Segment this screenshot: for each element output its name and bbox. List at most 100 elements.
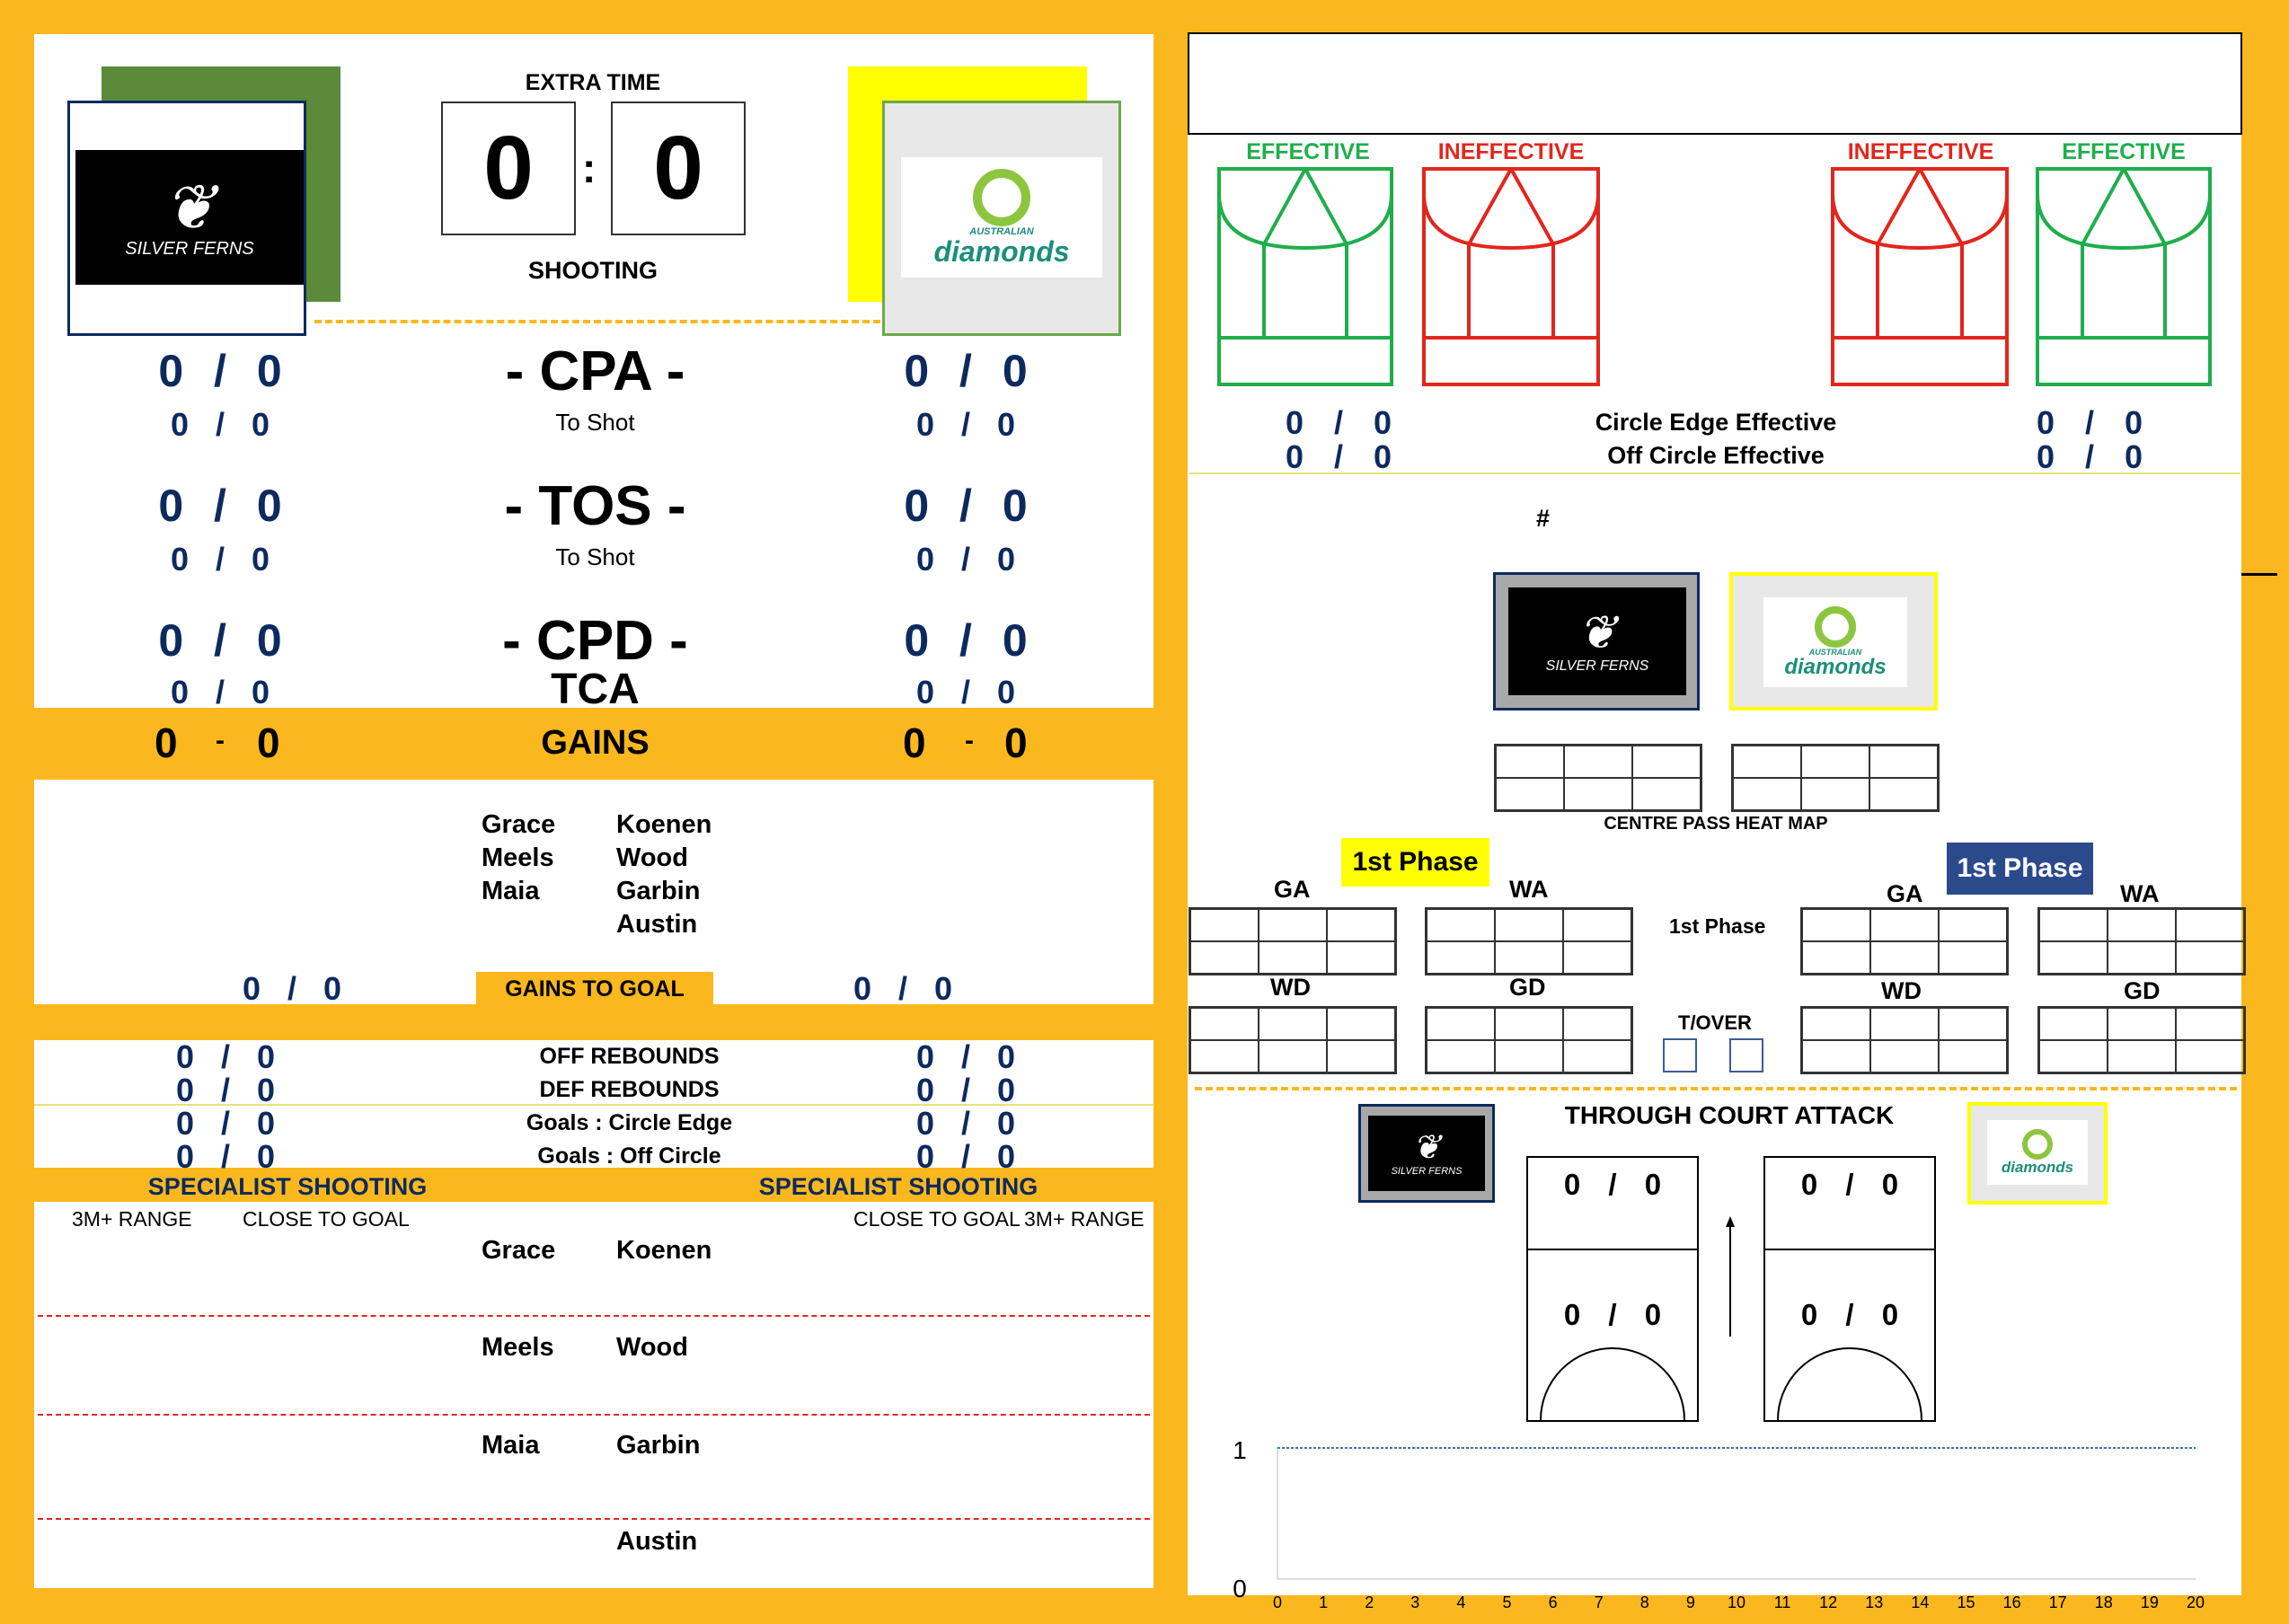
tca-away-logo: diamonds xyxy=(1967,1102,2108,1205)
gains-to-goal-label: GAINS TO GOAL xyxy=(505,975,685,1002)
effective-label-right: EFFECTIVE xyxy=(2062,139,2186,164)
heatmap-grid-home[interactable] xyxy=(1494,744,1702,812)
away-player: Wood xyxy=(616,843,688,872)
left-gains-b: 0 xyxy=(257,719,280,766)
phase-grid-ga-home[interactable] xyxy=(1189,907,1397,975)
circle-edge-label: Circle Edge Effective xyxy=(1595,409,1837,436)
off-circle-label: Off Circle Effective xyxy=(1607,442,1825,469)
right-tos-shot: 0 / 0 xyxy=(915,541,1016,578)
specialist-title-left: SPECIALIST SHOOTING xyxy=(147,1173,428,1200)
heatmap-grid-away[interactable] xyxy=(1731,744,1940,812)
left-tos: 0 / 0 xyxy=(158,481,282,531)
chart-y-tick: 1 xyxy=(1233,1436,1247,1464)
tca-away-bottom: 0 / 0 xyxy=(1800,1298,1899,1331)
specialist-title-right: SPECIALIST SHOOTING xyxy=(758,1173,1038,1200)
chart-point xyxy=(1322,1447,1324,1449)
shooting-label: SHOOTING xyxy=(527,257,658,284)
left-gains-dash: - xyxy=(216,726,225,755)
gains-to-goal-badge: GAINS TO GOAL xyxy=(476,972,713,1006)
fern-icon: ❦ xyxy=(163,172,217,243)
specialist-home-player: Grace xyxy=(482,1236,556,1265)
right-gains-b: 0 xyxy=(1004,719,1028,766)
row-divider xyxy=(38,1315,1150,1317)
home-player: Maia xyxy=(482,877,540,905)
chart-point xyxy=(1827,1447,1829,1449)
diamond-ring-icon xyxy=(2022,1129,2053,1160)
chart-y-tick: 0 xyxy=(1233,1575,1247,1602)
ga-label-away: GA xyxy=(1887,880,1923,907)
home-logo-frame: ❦ SILVER FERNS xyxy=(67,101,306,336)
chart-x-tick: 6 xyxy=(1549,1593,1558,1611)
phase-grid-gd-away[interactable] xyxy=(2037,1006,2246,1074)
tca-title: THROUGH COURT ATTACK xyxy=(1564,1101,1895,1129)
phase-grid-gd-home[interactable] xyxy=(1425,1006,1633,1074)
silver-ferns-logo: ❦ SILVER FERNS xyxy=(1368,1116,1485,1191)
chart-point xyxy=(1368,1447,1370,1449)
circle-diagram-ineffective-right xyxy=(1831,167,2009,386)
first-phase-badge-away: 1st Phase xyxy=(1947,843,2093,895)
diamonds-logo: diamonds xyxy=(1987,1120,2088,1185)
gd-label-away: GD xyxy=(2124,977,2161,1004)
right-off-effective: 0 / 0 xyxy=(2036,438,2143,475)
diamond-ring-icon xyxy=(973,169,1030,226)
tos-heading: - TOS - xyxy=(504,475,686,537)
phase-grid-wd-home[interactable] xyxy=(1189,1006,1397,1074)
centre-pass-divider xyxy=(1195,1087,2237,1090)
rebound-left: 0 / 0 xyxy=(175,1038,276,1075)
chart-x-tick: 17 xyxy=(2049,1593,2067,1611)
diamonds-logo: AUSTRALIAN diamonds xyxy=(901,157,1102,278)
tover-label: T/OVER xyxy=(1678,1011,1752,1034)
phase-grid-ga-away[interactable] xyxy=(1800,907,2009,975)
heatmap-label: CENTRE PASS HEAT MAP xyxy=(1604,814,1828,834)
rebound-label: Goals : Circle Edge xyxy=(526,1110,733,1135)
rebound-label: Goals : Off Circle xyxy=(537,1143,721,1169)
title-input-box[interactable] xyxy=(1188,32,2242,135)
phase-grid-wa-home[interactable] xyxy=(1425,907,1633,975)
chart-x-tick: 1 xyxy=(1319,1593,1328,1611)
chart-x-tick: 12 xyxy=(1819,1593,1837,1611)
chart-x-tick: 4 xyxy=(1456,1593,1465,1611)
tover-box-home[interactable] xyxy=(1663,1038,1697,1072)
phase-grid-wa-away[interactable] xyxy=(2037,907,2246,975)
silver-ferns-logo: ❦ SILVER FERNS xyxy=(75,150,304,285)
right-cpd: 0 / 0 xyxy=(904,615,1028,666)
rebound-row: 0 / 0 Goals : Off Circle 0 / 0 xyxy=(34,1138,1153,1175)
chart-point xyxy=(2057,1447,2059,1449)
rebound-right: 0 / 0 xyxy=(915,1138,1016,1175)
away-logo-main: diamonds xyxy=(933,235,1070,268)
momentum-chart: 0 1 2 3 4 5 6 7 8 9 10 11 12 13 14 15 16 17 18 19 2010 xyxy=(1233,1436,2205,1611)
tover-box-away[interactable] xyxy=(1729,1038,1763,1072)
phase-grid-wd-away[interactable] xyxy=(1800,1006,2009,1074)
chart-point xyxy=(1277,1447,1278,1449)
score-away: 0 xyxy=(653,118,703,218)
chart-x-tick: 5 xyxy=(1502,1593,1511,1611)
ineffective-label-right: INEFFECTIVE xyxy=(1847,139,1994,164)
specialist-away-player: Koenen xyxy=(616,1236,712,1265)
chart-x-tick: 16 xyxy=(2003,1593,2021,1611)
rebound-right: 0 / 0 xyxy=(915,1105,1016,1142)
circle-section-divider xyxy=(1189,472,2240,474)
row-divider xyxy=(38,1518,1150,1520)
fern-icon: ❦ xyxy=(1578,607,1617,659)
chart-x-tick: 9 xyxy=(1686,1593,1695,1611)
left-tca: 0 / 0 xyxy=(170,674,270,710)
rebound-left: 0 / 0 xyxy=(175,1105,276,1142)
chart-x-tick: 2 xyxy=(1365,1593,1374,1611)
cpd-heading: - CPD - xyxy=(502,610,688,672)
tca-home-bottom: 0 / 0 xyxy=(1563,1298,1662,1331)
wa-label-away: WA xyxy=(2120,880,2160,907)
home-player-list: Grace Meels Maia xyxy=(482,808,555,908)
chart-point xyxy=(1644,1447,1646,1449)
cpa-to-shot: To Shot xyxy=(555,409,635,436)
tca-heading: TCA xyxy=(551,666,640,713)
close-left: CLOSE TO GOAL xyxy=(243,1207,410,1231)
rebound-right: 0 / 0 xyxy=(915,1038,1016,1075)
range3m-right: 3M+ RANGE xyxy=(1024,1207,1144,1231)
chart-x-tick: 20 xyxy=(2187,1593,2205,1611)
close-right: CLOSE TO GOAL xyxy=(853,1207,1021,1231)
specialist-home-player: Maia xyxy=(482,1431,540,1460)
chart-x-tick: 11 xyxy=(1774,1593,1791,1611)
effective-label-left: EFFECTIVE xyxy=(1246,139,1370,164)
fern-icon: ❦ xyxy=(1412,1129,1441,1167)
right-gains-to-goal: 0 / 0 xyxy=(853,970,953,1007)
